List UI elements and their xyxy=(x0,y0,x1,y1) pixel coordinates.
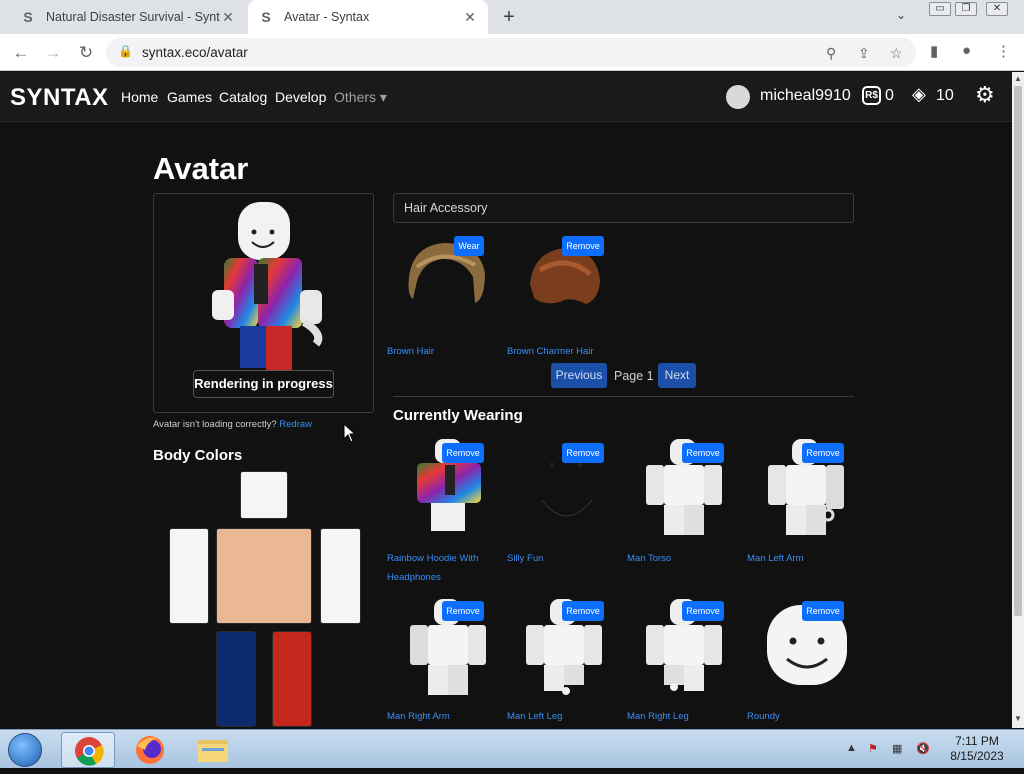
close-tab-icon[interactable]: ✕ xyxy=(220,9,236,26)
tix-icon: ◈ xyxy=(912,84,926,104)
body-color-head[interactable] xyxy=(240,471,288,519)
settings-gear-icon[interactable]: ⚙ xyxy=(975,82,995,108)
browser-tab-active[interactable]: S Avatar - Syntax ✕ xyxy=(248,0,488,34)
remove-button[interactable]: Remove xyxy=(442,601,484,621)
remove-button[interactable]: Remove xyxy=(562,443,604,463)
redraw-prompt: Avatar isn't loading correctly? xyxy=(153,419,277,430)
tab-title: Avatar - Syntax xyxy=(284,10,370,24)
next-page-button[interactable]: Next xyxy=(658,363,696,388)
scroll-up-arrow-icon[interactable]: ▲ xyxy=(1014,74,1022,83)
browser-tab[interactable]: S Natural Disaster Survival - Syntax ✕ xyxy=(10,0,246,34)
remove-button[interactable]: Remove xyxy=(682,443,724,463)
section-divider xyxy=(393,396,854,397)
scroll-down-arrow-icon[interactable]: ▼ xyxy=(1014,714,1022,723)
windows-start-button[interactable] xyxy=(8,733,42,767)
body-color-torso[interactable] xyxy=(216,528,312,624)
remove-button[interactable]: Remove xyxy=(802,443,844,463)
new-tab-button[interactable]: + xyxy=(498,6,520,28)
system-clock[interactable]: 7:11 PM 8/15/2023 xyxy=(947,734,1007,764)
remove-button[interactable]: Remove xyxy=(562,236,604,256)
username[interactable]: micheal9910 xyxy=(760,87,851,105)
reload-button[interactable]: ↻ xyxy=(75,42,97,64)
body-color-left-leg[interactable] xyxy=(216,631,256,727)
wear-button[interactable]: Wear xyxy=(454,236,484,256)
robux-balance: 0 xyxy=(885,87,894,104)
currently-wearing-title: Currently Wearing xyxy=(393,407,523,424)
body-color-right-leg[interactable] xyxy=(272,631,312,727)
remove-button[interactable]: Remove xyxy=(802,601,844,621)
chrome-icon xyxy=(75,737,104,766)
body-colors-title: Body Colors xyxy=(153,447,243,464)
clock-date: 8/15/2023 xyxy=(950,749,1004,763)
browser-tab-bar: S Natural Disaster Survival - Syntax ✕ S… xyxy=(0,0,1024,34)
page-scrollbar[interactable]: ▲ ▼ xyxy=(1012,72,1024,728)
item-name[interactable]: Man Right Arm xyxy=(387,707,497,726)
remove-button[interactable]: Remove xyxy=(442,443,484,463)
file-explorer-icon xyxy=(198,740,228,762)
zoom-icon[interactable]: ⚲ xyxy=(826,45,836,62)
item-name[interactable]: Silly Fun xyxy=(507,549,617,568)
scrollbar-thumb[interactable] xyxy=(1014,86,1022,616)
taskbar-firefox[interactable] xyxy=(123,732,177,768)
minimize-window-button[interactable]: ▭ xyxy=(929,2,951,16)
remove-button[interactable]: Remove xyxy=(682,601,724,621)
tab-title: Natural Disaster Survival - Syntax xyxy=(46,10,220,24)
windows-taskbar: ▲ ⚑ ▦ 🔇 7:11 PM 8/15/2023 xyxy=(0,729,1024,768)
share-icon[interactable]: ⇪ xyxy=(858,45,870,62)
taskbar-chrome[interactable] xyxy=(61,732,115,768)
show-hidden-icons-icon[interactable]: ▲ xyxy=(846,742,857,754)
site-logo[interactable]: SYNTAX xyxy=(10,84,109,112)
address-bar[interactable]: 🔒 syntax.eco/avatar ⚲ ⇪ ☆ xyxy=(106,38,916,67)
item-name[interactable]: Rainbow Hoodie With Headphones xyxy=(387,549,497,587)
remove-button[interactable]: Remove xyxy=(562,601,604,621)
url-text[interactable]: syntax.eco/avatar xyxy=(142,45,248,60)
item-name[interactable]: Roundy xyxy=(747,707,857,726)
item-name[interactable]: Man Left Arm xyxy=(747,549,857,568)
tab-search-icon[interactable]: ⌄ xyxy=(896,8,906,22)
volume-muted-icon[interactable]: 🔇 xyxy=(916,742,930,755)
close-tab-icon[interactable]: ✕ xyxy=(462,9,478,26)
body-color-right-arm[interactable] xyxy=(320,528,361,624)
nav-games[interactable]: Games xyxy=(167,89,212,105)
clock-time: 7:11 PM xyxy=(955,734,999,748)
render-status-badge: Rendering in progress xyxy=(193,370,334,398)
browser-menu-icon[interactable]: ⋮ xyxy=(996,42,1011,60)
robux-icon: R$ xyxy=(862,86,881,105)
lock-icon[interactable]: 🔒 xyxy=(118,44,133,58)
category-select[interactable]: Hair Accessory xyxy=(393,193,854,223)
previous-page-button[interactable]: Previous xyxy=(551,363,607,388)
item-name[interactable]: Man Right Leg xyxy=(627,707,737,726)
page-indicator: Page 1 xyxy=(614,369,654,383)
site-navbar: SYNTAX Home Games Catalog Develop Others… xyxy=(0,72,1012,122)
nav-others-dropdown[interactable]: Others ▾ xyxy=(334,89,387,106)
user-avatar[interactable] xyxy=(726,85,750,109)
syntax-favicon-icon: S xyxy=(261,9,271,25)
tix-balance: 10 xyxy=(936,87,954,104)
side-panel-icon[interactable]: ▮ xyxy=(930,42,938,60)
bookmark-star-icon[interactable]: ☆ xyxy=(890,45,903,62)
item-name[interactable]: Man Torso xyxy=(627,549,737,568)
nav-catalog[interactable]: Catalog xyxy=(219,89,267,105)
back-button[interactable]: ← xyxy=(10,42,32,64)
network-icon[interactable]: ▦ xyxy=(892,742,902,755)
nav-home[interactable]: Home xyxy=(121,89,158,105)
firefox-icon xyxy=(136,736,164,764)
item-name[interactable]: Brown Hair xyxy=(387,342,497,361)
forward-button[interactable]: → xyxy=(42,42,64,64)
body-color-left-arm[interactable] xyxy=(169,528,209,624)
restore-window-button[interactable]: ❐ xyxy=(955,2,977,16)
item-name[interactable]: Brown Charmer Hair xyxy=(507,342,617,361)
action-center-flag-icon[interactable]: ⚑ xyxy=(868,742,878,755)
syntax-favicon-icon: S xyxy=(23,9,33,25)
redraw-hint: Avatar isn't loading correctly? Redraw xyxy=(153,419,312,430)
redraw-link[interactable]: Redraw xyxy=(279,419,312,430)
mouse-cursor-icon xyxy=(343,423,357,443)
page-title: Avatar xyxy=(153,151,249,186)
browser-toolbar: ← → ↻ 🔒 syntax.eco/avatar ⚲ ⇪ ☆ ▮ ● ⋮ xyxy=(0,34,1024,71)
close-window-button[interactable]: ✕ xyxy=(986,2,1008,16)
nav-develop[interactable]: Develop xyxy=(275,89,326,105)
item-name[interactable]: Man Left Leg xyxy=(507,707,617,726)
profile-icon[interactable]: ● xyxy=(962,42,971,59)
taskbar-file-explorer[interactable] xyxy=(186,732,240,768)
